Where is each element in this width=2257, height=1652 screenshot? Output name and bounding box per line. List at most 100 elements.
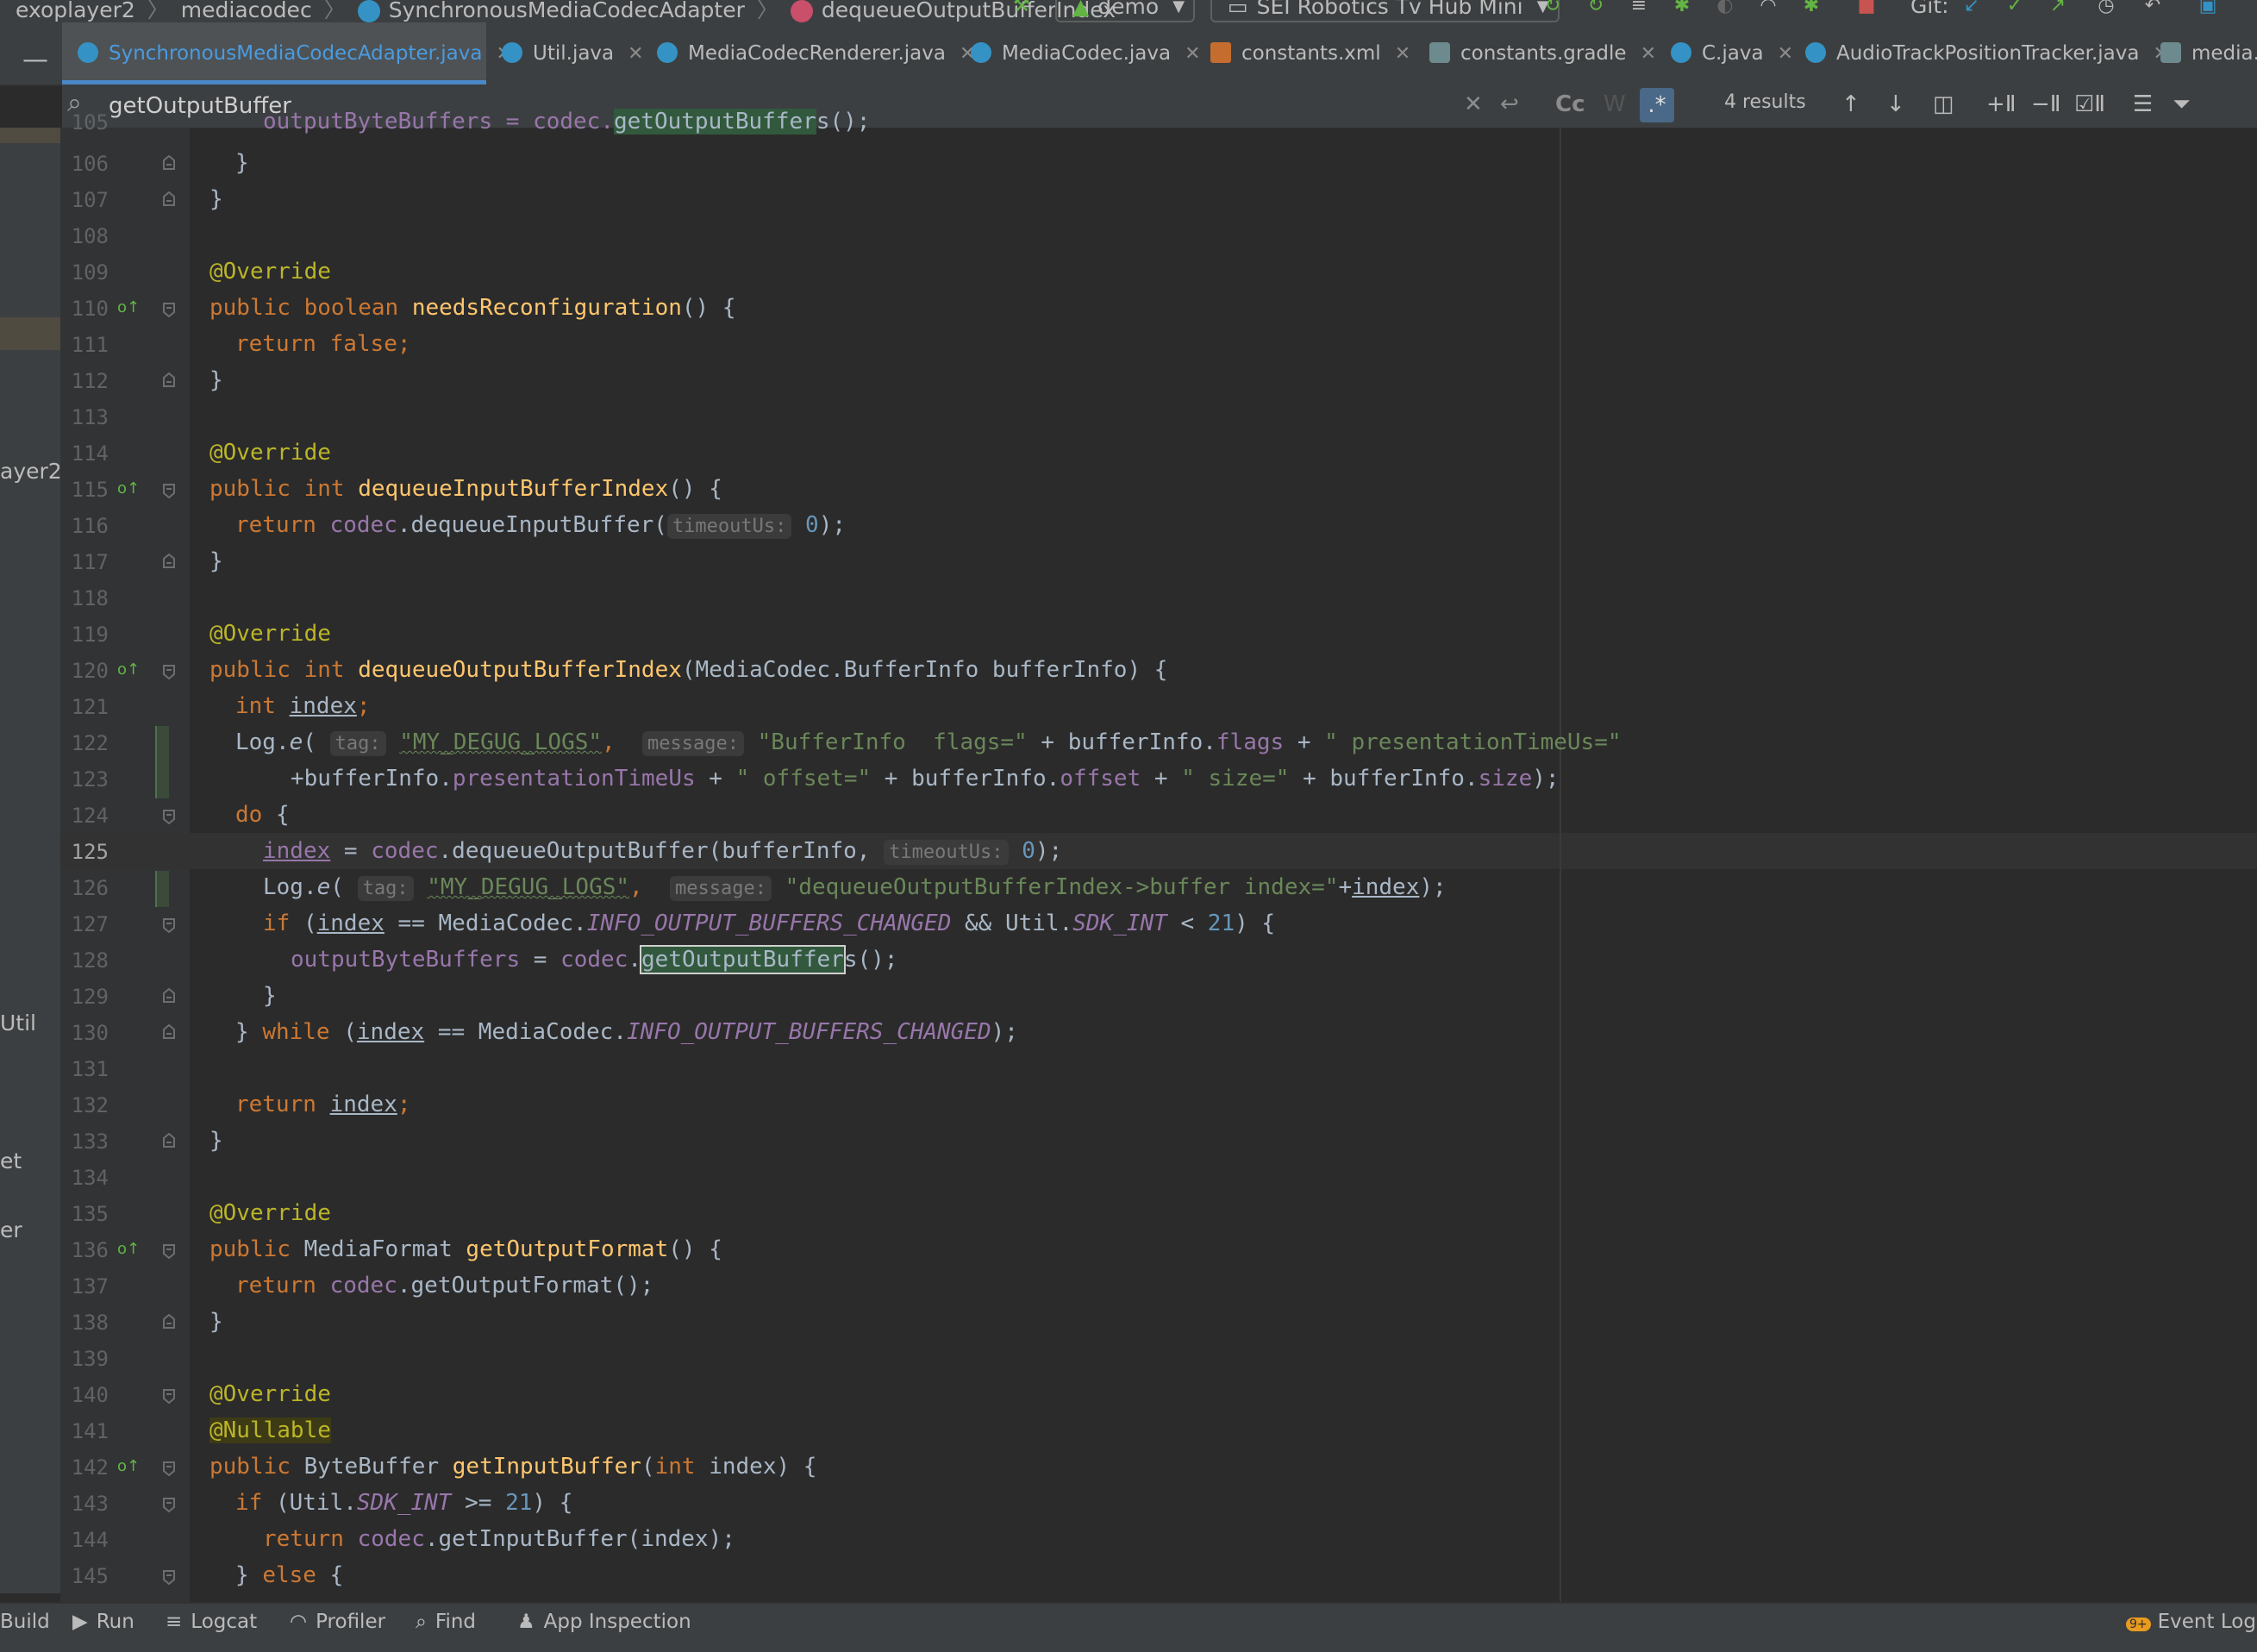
code-line[interactable]: } [209, 548, 223, 574]
fold-end-icon[interactable] [160, 988, 178, 1005]
fold-end-icon[interactable] [160, 1314, 178, 1331]
project-tree-item[interactable]: ayer2 [0, 459, 60, 484]
code-line[interactable]: public boolean needsReconfiguration() { [209, 295, 736, 321]
fold-end-icon[interactable] [160, 1133, 178, 1150]
code-line[interactable]: int index; [235, 693, 371, 719]
override-marker-icon[interactable]: o↑ [117, 1457, 140, 1475]
code-line[interactable]: @Override [209, 259, 331, 285]
code-line[interactable]: public int dequeueOutputBufferIndex(Medi… [209, 657, 1167, 683]
code-line[interactable]: @Override [209, 440, 331, 466]
profile-icon[interactable]: ◠ [1755, 0, 1781, 17]
fold-end-icon[interactable] [160, 372, 178, 390]
close-icon[interactable]: ✕ [1641, 43, 1656, 65]
code-line[interactable]: @Nullable [209, 1417, 331, 1443]
override-marker-icon[interactable]: o↑ [117, 298, 140, 316]
code-line[interactable]: outputByteBuffers = codec.getOutputBuffe… [263, 109, 870, 135]
code-line-current[interactable]: index = codec.dequeueOutputBuffer(buffer… [263, 838, 1062, 865]
whole-words-toggle[interactable]: W [1604, 91, 1626, 117]
rerun-icon[interactable]: ↻ [1540, 0, 1566, 17]
build-tool-button[interactable]: Build [0, 1611, 50, 1633]
project-tree-item[interactable]: er [0, 1217, 22, 1242]
code-line[interactable]: do { [235, 802, 290, 828]
fold-end-icon[interactable] [160, 155, 178, 172]
clear-search-icon[interactable]: ✕ [1464, 91, 1483, 117]
code-line[interactable]: Log.e( tag: "MY_DEGUG_LOGS", message: "B… [235, 729, 1622, 756]
tab-synchronous-mediacodec-adapter[interactable]: SynchronousMediaCodecAdapter.java✕ [62, 22, 512, 84]
code-line[interactable]: outputByteBuffers = codec.getOutputBuffe… [291, 945, 897, 974]
tab-constants-xml[interactable]: constants.xml ✕ [1195, 22, 1414, 84]
tab-mediacodec-java[interactable]: MediaCodec.java ✕ [955, 22, 1201, 84]
vcs-change-marker[interactable] [155, 726, 169, 798]
logcat-tool-button[interactable]: ≡ Logcat [166, 1611, 257, 1633]
run-tool-button[interactable]: ▶ Run [72, 1611, 134, 1633]
device-select[interactable]: ▭ SEI Robotics Tv Hub Mini ▼ [1210, 0, 1560, 22]
git-commit-icon[interactable]: ✓ [2002, 0, 2028, 17]
new-line-icon[interactable]: ↩ [1500, 91, 1519, 117]
fold-end-icon[interactable] [160, 191, 178, 209]
tab-util-java[interactable]: Util.java ✕ [486, 22, 644, 84]
vcs-change-marker[interactable] [155, 871, 169, 907]
select-all-occurrences-icon[interactable]: ☑Ⅱ [2074, 91, 2105, 117]
tab-constants-gradle[interactable]: constants.gradle ✕ [1414, 22, 1656, 84]
git-rollback-icon[interactable]: ↶ [2140, 0, 2166, 17]
code-line[interactable]: return index; [235, 1092, 411, 1117]
project-tree-item[interactable]: Util [0, 1011, 36, 1036]
remove-occurrence-icon[interactable]: −Ⅱ [2031, 91, 2061, 117]
code-line[interactable]: Log.e( tag: "MY_DEGUG_LOGS", message: "d… [263, 874, 1447, 901]
add-occurrence-icon[interactable]: +Ⅱ [1986, 91, 2016, 117]
fold-start-icon[interactable] [160, 662, 178, 679]
match-case-toggle[interactable]: Cc [1555, 91, 1585, 117]
fold-start-icon[interactable] [160, 481, 178, 498]
fold-end-icon[interactable] [160, 554, 178, 571]
fold-end-icon[interactable] [160, 1024, 178, 1042]
code-line[interactable]: } [209, 186, 223, 212]
code-line[interactable]: } [235, 150, 249, 176]
run-config-select[interactable]: ▲ demo ▼ [1055, 0, 1196, 22]
override-marker-icon[interactable]: o↑ [117, 479, 140, 497]
code-line[interactable]: @Override [209, 1200, 331, 1226]
code-line[interactable]: } else { [235, 1562, 343, 1588]
code-line[interactable]: } [209, 1128, 223, 1154]
fold-start-icon[interactable] [160, 300, 178, 317]
code-line[interactable]: @Override [209, 1381, 331, 1407]
fold-start-icon[interactable] [160, 1459, 178, 1476]
code-line[interactable]: return false; [235, 331, 411, 357]
tab-c-java[interactable]: C.java ✕ [1655, 22, 1793, 84]
breadcrumb-item-module[interactable]: exoplayer2 [16, 0, 135, 22]
code-line[interactable]: public ByteBuffer getInputBuffer(int ind… [209, 1454, 816, 1480]
code-line[interactable]: return codec.getOutputFormat(); [235, 1273, 653, 1298]
attach-debugger-icon[interactable]: ✱ [1798, 0, 1824, 17]
code-line[interactable]: return codec.getInputBuffer(index); [263, 1526, 735, 1552]
project-tree-item[interactable]: et [0, 1148, 22, 1173]
git-update-icon[interactable]: ↙ [1959, 0, 1985, 17]
code-line[interactable]: if (Util.SDK_INT >= 21) { [235, 1490, 572, 1516]
app-inspection-tool-button[interactable]: ♟ App Inspection [517, 1611, 691, 1633]
code-line[interactable]: } while (index == MediaCodec.INFO_OUTPUT… [235, 1019, 1018, 1045]
tab-audiotrack-position-tracker[interactable]: AudioTrackPositionTracker.java✕ [1790, 22, 2169, 84]
fold-start-icon[interactable] [160, 1495, 178, 1512]
debug-icon[interactable]: ✱ [1669, 0, 1695, 17]
filter-options-icon[interactable]: ☰ [2133, 91, 2153, 117]
stop-icon[interactable]: ■ [1854, 0, 1879, 17]
profiler-tool-button[interactable]: ◠ Profiler [290, 1611, 385, 1633]
regex-toggle[interactable]: .* [1640, 88, 1674, 122]
coverage-icon[interactable]: ◐ [1712, 0, 1738, 17]
code-line[interactable]: return codec.dequeueInputBuffer(timeoutU… [235, 512, 846, 539]
breadcrumb-item-class[interactable]: SynchronousMediaCodecAdapter [389, 0, 745, 22]
override-marker-icon[interactable]: o↑ [117, 660, 140, 679]
close-icon[interactable]: ✕ [1395, 43, 1410, 65]
arrow-down-icon[interactable]: ↓ [1886, 91, 1905, 117]
event-log-tool-button[interactable]: 9+ Event Log [2126, 1611, 2256, 1633]
code-line[interactable]: if (index == MediaCodec.INFO_OUTPUT_BUFF… [263, 910, 1275, 936]
code-line[interactable]: public MediaFormat getOutputFormat() { [209, 1236, 722, 1262]
fold-start-icon[interactable] [160, 1242, 178, 1259]
minimize-icon[interactable]: — [22, 45, 48, 75]
apply-code-changes-icon[interactable]: ≡ [1626, 0, 1652, 17]
tab-mediacodec-renderer[interactable]: MediaCodecRenderer.java ✕ [641, 22, 975, 84]
find-tool-button[interactable]: ⌕ Find [416, 1611, 476, 1633]
code-line[interactable]: @Override [209, 621, 331, 647]
code-line[interactable]: } [209, 367, 223, 393]
apply-changes-icon[interactable]: ↻ [1583, 0, 1609, 17]
breadcrumb-item-package[interactable]: mediacodec [181, 0, 312, 22]
arrow-up-icon[interactable]: ↑ [1841, 91, 1860, 117]
